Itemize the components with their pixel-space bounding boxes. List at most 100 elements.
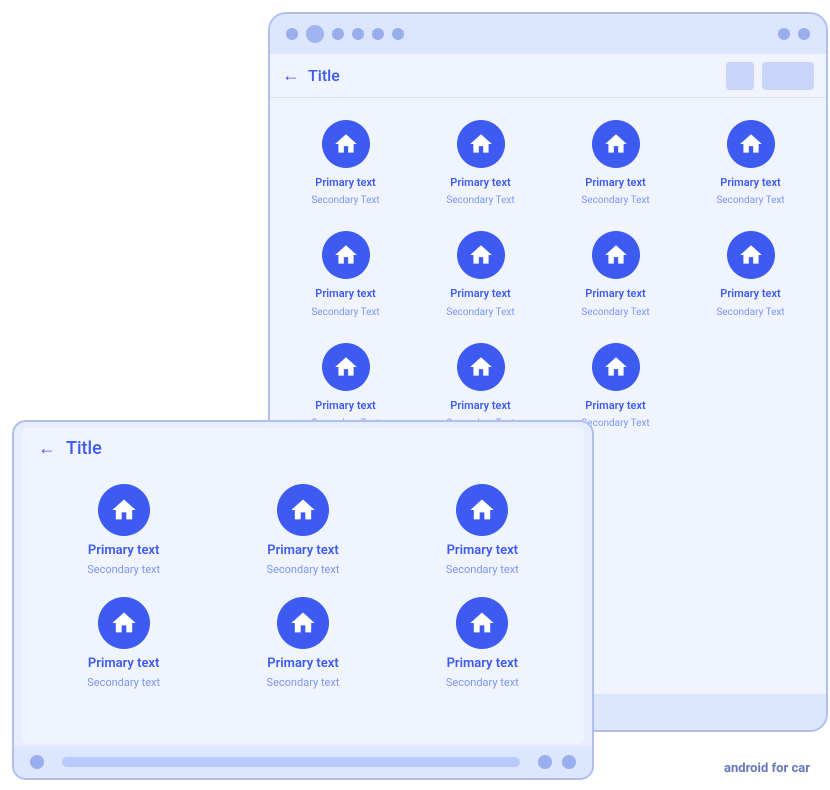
grid-primary-text: Primary text	[450, 399, 510, 413]
home-icon	[333, 242, 359, 268]
grid-primary-text: Primary text	[450, 287, 510, 301]
home-icon-circle	[727, 120, 775, 168]
grid-secondary-text: Secondary Text	[716, 194, 784, 207]
grid-primary-text: Primary text	[315, 399, 375, 413]
phone-title: Title	[308, 66, 718, 85]
tablet-grid: Primary text Secondary text Primary text…	[22, 468, 584, 744]
home-icon	[333, 354, 359, 380]
tablet-title: Title	[66, 438, 102, 459]
grid-secondary-text: Secondary Text	[581, 194, 649, 207]
home-icon	[468, 609, 496, 637]
grid-primary-text: Primary text	[720, 287, 780, 301]
home-icon-circle	[592, 343, 640, 391]
status-dot-2	[332, 28, 344, 40]
home-icon	[289, 496, 317, 524]
home-icon	[603, 242, 629, 268]
phone-status-bar	[270, 14, 826, 54]
android-for-car-label: android for car	[724, 761, 810, 776]
home-icon	[333, 131, 359, 157]
tab-dot-3	[562, 755, 576, 769]
tablet-primary-text: Primary text	[447, 656, 518, 673]
tablet-primary-text: Primary text	[88, 656, 159, 673]
grid-primary-text: Primary text	[585, 399, 645, 413]
grid-primary-text: Primary text	[585, 287, 645, 301]
home-icon-circle	[457, 120, 505, 168]
status-dot-1	[286, 28, 298, 40]
tablet-secondary-text: Secondary text	[87, 563, 160, 577]
tablet-grid-item[interactable]: Primary text Secondary text	[34, 476, 213, 589]
home-icon	[603, 354, 629, 380]
tablet-secondary-text: Secondary text	[267, 676, 340, 690]
grid-secondary-text: Secondary Text	[311, 306, 379, 319]
tablet-bottom-bar	[14, 746, 592, 778]
grid-primary-text: Primary text	[450, 176, 510, 190]
tablet-primary-text: Primary text	[447, 543, 518, 560]
home-icon	[468, 131, 494, 157]
tab-bar-pill	[62, 757, 520, 767]
grid-item[interactable]: Primary text Secondary Text	[548, 110, 683, 221]
home-icon-circle	[322, 120, 370, 168]
tablet-back-arrow-icon[interactable]: ←	[38, 438, 56, 459]
tab-dot-1	[30, 755, 44, 769]
home-icon-circle	[592, 231, 640, 279]
android-label-text: android	[724, 761, 768, 776]
tablet-secondary-text: Secondary text	[267, 563, 340, 577]
grid-secondary-text: Secondary Text	[716, 306, 784, 319]
grid-item[interactable]: Primary text Secondary Text	[683, 110, 818, 221]
grid-secondary-text: Secondary Text	[446, 194, 514, 207]
tablet-home-icon-circle	[277, 484, 329, 536]
tablet-grid-item[interactable]: Primary text Secondary text	[213, 589, 392, 702]
status-dot-r2	[798, 28, 810, 40]
tablet-secondary-text: Secondary text	[446, 676, 519, 690]
home-icon	[468, 354, 494, 380]
home-icon-circle	[457, 343, 505, 391]
status-dot-4	[372, 28, 384, 40]
phone-app-bar: ← Title	[270, 54, 826, 98]
grid-secondary-text: Secondary Text	[446, 306, 514, 319]
home-icon	[468, 242, 494, 268]
tablet-home-icon-circle	[98, 597, 150, 649]
tablet-grid-item[interactable]: Primary text Secondary text	[34, 589, 213, 702]
home-icon	[110, 496, 138, 524]
status-dot-5	[392, 28, 404, 40]
tablet-home-icon-circle	[456, 597, 508, 649]
tablet-home-icon-circle	[98, 484, 150, 536]
home-icon	[603, 131, 629, 157]
home-icon-circle	[322, 343, 370, 391]
tablet-primary-text: Primary text	[88, 543, 159, 560]
grid-primary-text: Primary text	[720, 176, 780, 190]
tablet-grid-item[interactable]: Primary text Secondary text	[393, 476, 572, 589]
tablet-grid-item[interactable]: Primary text Secondary text	[393, 589, 572, 702]
home-icon	[738, 131, 764, 157]
tablet-primary-text: Primary text	[267, 656, 338, 673]
status-dot-camera	[306, 25, 324, 43]
grid-item[interactable]: Primary text Secondary Text	[548, 221, 683, 332]
tablet-screen: ← Title Primary text Secondary text Prim…	[22, 428, 584, 744]
phone-icon-btn-1[interactable]	[726, 62, 754, 90]
home-icon-circle	[727, 231, 775, 279]
home-icon	[738, 242, 764, 268]
tab-dot-2	[538, 755, 552, 769]
home-icon	[468, 496, 496, 524]
grid-item[interactable]: Primary text Secondary Text	[683, 221, 818, 332]
grid-primary-text: Primary text	[315, 176, 375, 190]
grid-item[interactable]: Primary text Secondary Text	[278, 221, 413, 332]
status-dot-3	[352, 28, 364, 40]
tablet-home-icon-circle	[277, 597, 329, 649]
home-icon-circle	[457, 231, 505, 279]
grid-primary-text: Primary text	[585, 176, 645, 190]
tablet-primary-text: Primary text	[267, 543, 338, 560]
phone-icon-btn-2[interactable]	[762, 62, 814, 90]
tablet-grid-item[interactable]: Primary text Secondary text	[213, 476, 392, 589]
home-icon-circle	[322, 231, 370, 279]
grid-item[interactable]: Primary text Secondary Text	[413, 221, 548, 332]
grid-secondary-text: Secondary Text	[581, 306, 649, 319]
back-arrow-icon[interactable]: ←	[282, 65, 300, 86]
tablet-secondary-text: Secondary text	[446, 563, 519, 577]
grid-item[interactable]: Primary text Secondary Text	[278, 110, 413, 221]
android-suffix-text: for car	[768, 761, 810, 776]
home-icon-circle	[592, 120, 640, 168]
tablet-frame: ← Title Primary text Secondary text Prim…	[12, 420, 594, 780]
grid-item[interactable]: Primary text Secondary Text	[413, 110, 548, 221]
home-icon	[289, 609, 317, 637]
